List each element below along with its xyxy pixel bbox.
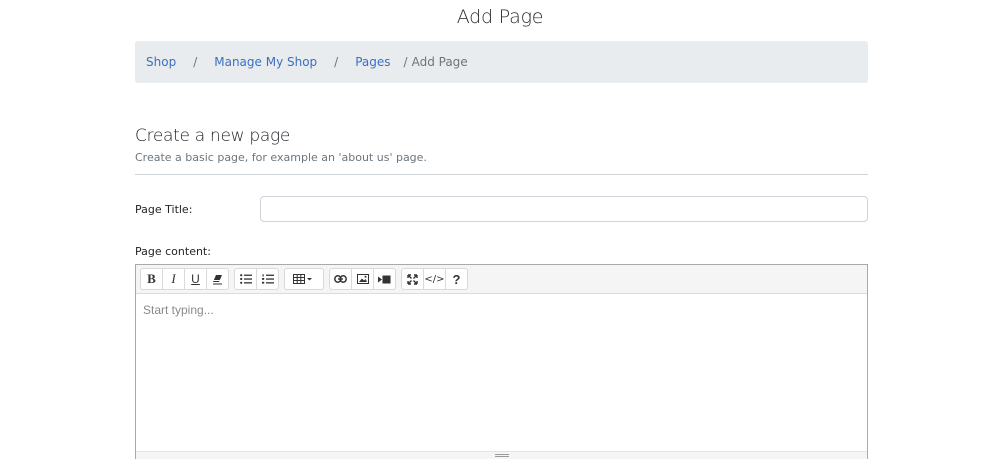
- italic-button[interactable]: I: [162, 268, 185, 290]
- insert-picture-button[interactable]: [351, 268, 374, 290]
- insert-group: [329, 268, 396, 290]
- underline-button[interactable]: U: [184, 268, 207, 290]
- fullscreen-button[interactable]: [401, 268, 424, 290]
- section-heading: Create a new page: [135, 126, 291, 146]
- code-view-button[interactable]: </>: [423, 268, 446, 290]
- editor-toolbar: B I U </> ?: [136, 265, 867, 294]
- unordered-list-icon: [239, 274, 252, 284]
- resize-grip-icon: [494, 454, 509, 457]
- breadcrumb-current: Add Page: [411, 55, 468, 69]
- breadcrumb-separator: /: [193, 55, 198, 69]
- unordered-list-button[interactable]: [234, 268, 257, 290]
- insert-video-button[interactable]: [373, 268, 396, 290]
- breadcrumb-separator: /: [403, 55, 408, 69]
- breadcrumb: Shop / Manage My Shop / Pages / Add Page: [135, 41, 868, 83]
- video-icon: [378, 275, 391, 284]
- breadcrumb-link-shop[interactable]: Shop: [146, 55, 176, 69]
- editor-content-area[interactable]: Start typing...: [136, 294, 867, 451]
- page-title: Add Page: [456, 6, 544, 28]
- section-description: Create a basic page, for example an 'abo…: [135, 151, 427, 164]
- ordered-list-button[interactable]: [256, 268, 279, 290]
- page-title-label: Page Title:: [135, 203, 193, 216]
- view-group: </> ?: [401, 268, 468, 290]
- eraser-icon: [212, 274, 223, 285]
- font-style-group: B I U: [140, 268, 229, 290]
- breadcrumb-separator: /: [334, 55, 339, 69]
- picture-icon: [356, 274, 369, 284]
- insert-table-button[interactable]: [284, 268, 324, 290]
- list-group: [234, 268, 279, 290]
- fullscreen-icon: [407, 273, 418, 285]
- page-content-label: Page content:: [135, 245, 211, 258]
- bold-button[interactable]: B: [140, 268, 163, 290]
- breadcrumb-link-pages[interactable]: Pages: [355, 55, 390, 69]
- breadcrumb-link-manage-my-shop[interactable]: Manage My Shop: [214, 55, 317, 69]
- page-title-input[interactable]: [260, 196, 868, 222]
- table-group: [284, 268, 324, 290]
- table-icon: [293, 274, 315, 284]
- clear-format-button[interactable]: [206, 268, 229, 290]
- insert-link-button[interactable]: [329, 268, 352, 290]
- help-button[interactable]: ?: [445, 268, 468, 290]
- ordered-list-icon: [261, 274, 274, 284]
- rich-text-editor: B I U </> ? Start typing...: [135, 264, 868, 459]
- editor-resize-handle[interactable]: [136, 451, 867, 459]
- link-icon: [334, 275, 347, 283]
- section-divider: [135, 174, 868, 175]
